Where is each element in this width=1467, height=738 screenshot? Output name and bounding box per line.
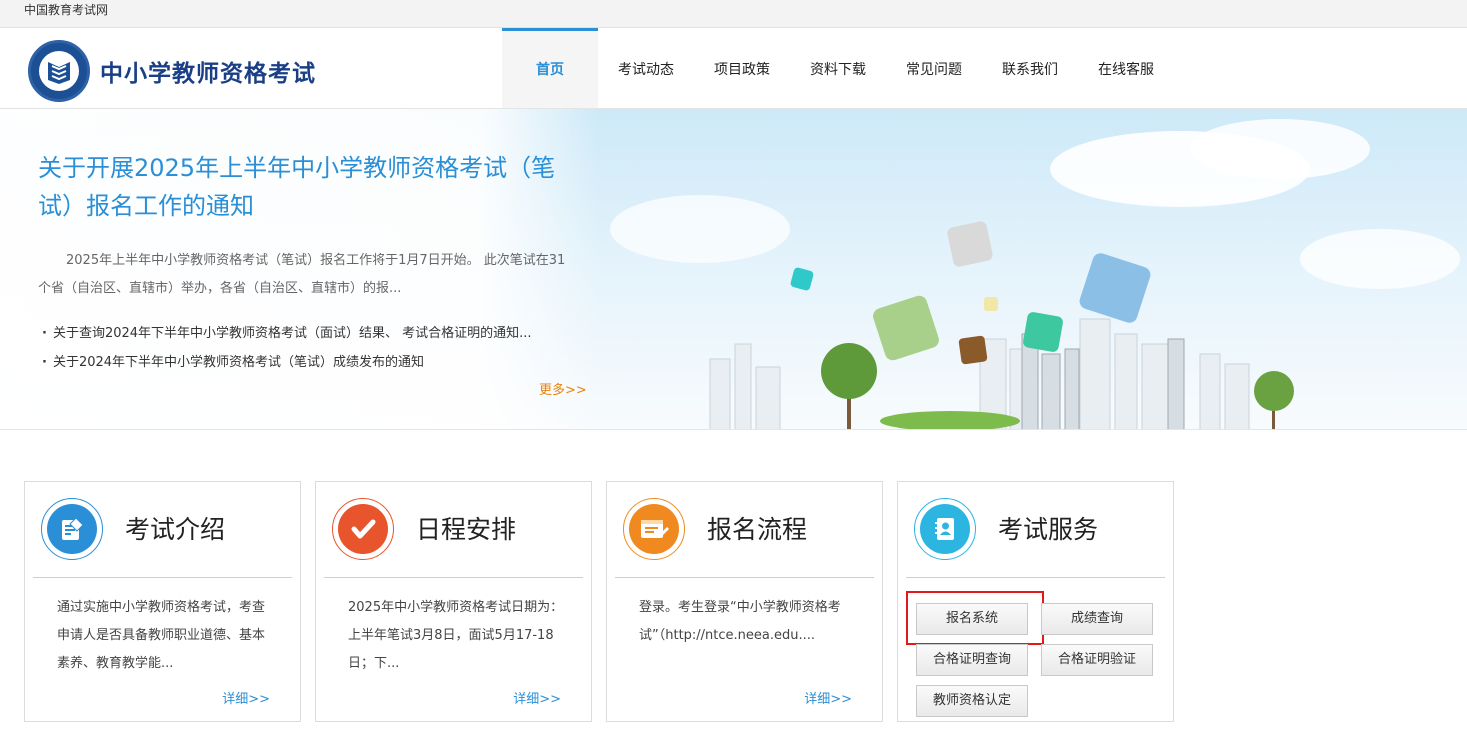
news-banner: 关于开展2025年上半年中小学教师资格考试（笔试）报名工作的通知 2025年上半… <box>0 109 1467 430</box>
score-query-button[interactable]: 成绩查询 <box>1041 603 1153 635</box>
nav-contact[interactable]: 联系我们 <box>982 28 1078 108</box>
document-edit-icon <box>41 498 103 560</box>
main-nav: 首页 考试动态 项目政策 资料下载 常见问题 联系我们 在线客服 <box>502 28 1174 108</box>
card-title: 考试服务 <box>998 515 1099 544</box>
headline-summary: 2025年上半年中小学教师资格考试（笔试）报名工作将于1月7日开始。 此次笔试在… <box>38 253 566 296</box>
more-news-link[interactable]: 更多>> <box>539 379 587 398</box>
card-body: 2025年中小学教师资格考试日期为：上半年笔试3月8日，面试5月17-18日；下… <box>348 600 564 671</box>
checkmark-icon <box>332 498 394 560</box>
card-exam-services: 考试服务 报名系统 成绩查询 合格证明查询 合格证明验证 教师资格认定 <box>897 481 1174 722</box>
form-edit-icon <box>623 498 685 560</box>
nav-home[interactable]: 首页 <box>502 28 598 108</box>
registration-system-button[interactable]: 报名系统 <box>916 603 1028 635</box>
card-title: 考试介绍 <box>125 515 226 544</box>
headline-link[interactable]: 关于开展2025年上半年中小学教师资格考试（笔试）报名工作的通知 <box>38 149 578 225</box>
qualification-certification-button[interactable]: 教师资格认定 <box>916 685 1028 717</box>
site-name[interactable]: 中国教育考试网 <box>24 3 108 17</box>
logo-emblem-icon <box>28 40 90 102</box>
certificate-query-button[interactable]: 合格证明查询 <box>916 644 1028 676</box>
detail-link[interactable]: 详细>> <box>804 688 852 707</box>
card-body: 登录。考生登录“中小学教师资格考试”（http://ntce.neea.edu.… <box>639 600 841 643</box>
certificate-verify-button[interactable]: 合格证明验证 <box>1041 644 1153 676</box>
logo-title: 中小学教师资格考试 <box>100 61 316 87</box>
logo[interactable]: 中小学教师资格考试 <box>28 40 316 102</box>
card-schedule: 日程安排 2025年中小学教师资格考试日期为：上半年笔试3月8日，面试5月17-… <box>315 481 592 722</box>
header: 中小学教师资格考试 首页 考试动态 项目政策 资料下载 常见问题 联系我们 在线… <box>0 28 1467 109</box>
card-exam-intro: 考试介绍 通过实施中小学教师资格考试，考查申请人是否具备教师职业道德、基本素养、… <box>24 481 301 722</box>
card-title: 日程安排 <box>416 515 517 544</box>
nav-online-service[interactable]: 在线客服 <box>1078 28 1174 108</box>
detail-link[interactable]: 详细>> <box>513 688 561 707</box>
news-item[interactable]: 关于查询2024年下半年中小学教师资格考试（面试）结果、 考试合格证明的通知..… <box>42 319 582 348</box>
detail-link[interactable]: 详细>> <box>222 688 270 707</box>
news-list: 关于查询2024年下半年中小学教师资格考试（面试）结果、 考试合格证明的通知..… <box>42 319 582 377</box>
card-body: 通过实施中小学教师资格考试，考查申请人是否具备教师职业道德、基本素养、教育教学能… <box>57 600 266 671</box>
nav-faq[interactable]: 常见问题 <box>886 28 982 108</box>
top-bar: 中国教育考试网 <box>0 0 1467 28</box>
card-registration-process: 报名流程 登录。考生登录“中小学教师资格考试”（http://ntce.neea… <box>606 481 883 722</box>
card-title: 报名流程 <box>707 515 808 544</box>
nav-exam-news[interactable]: 考试动态 <box>598 28 694 108</box>
card-row: 考试介绍 通过实施中小学教师资格考试，考查申请人是否具备教师职业道德、基本素养、… <box>24 481 1188 722</box>
nav-downloads[interactable]: 资料下载 <box>790 28 886 108</box>
banner-text-panel: 关于开展2025年上半年中小学教师资格考试（笔试）报名工作的通知 2025年上半… <box>0 109 600 429</box>
news-item[interactable]: 关于2024年下半年中小学教师资格考试（笔试）成绩发布的通知 <box>42 348 582 377</box>
nav-policy[interactable]: 项目政策 <box>694 28 790 108</box>
city-illustration <box>610 119 1460 429</box>
contact-book-icon <box>914 498 976 560</box>
